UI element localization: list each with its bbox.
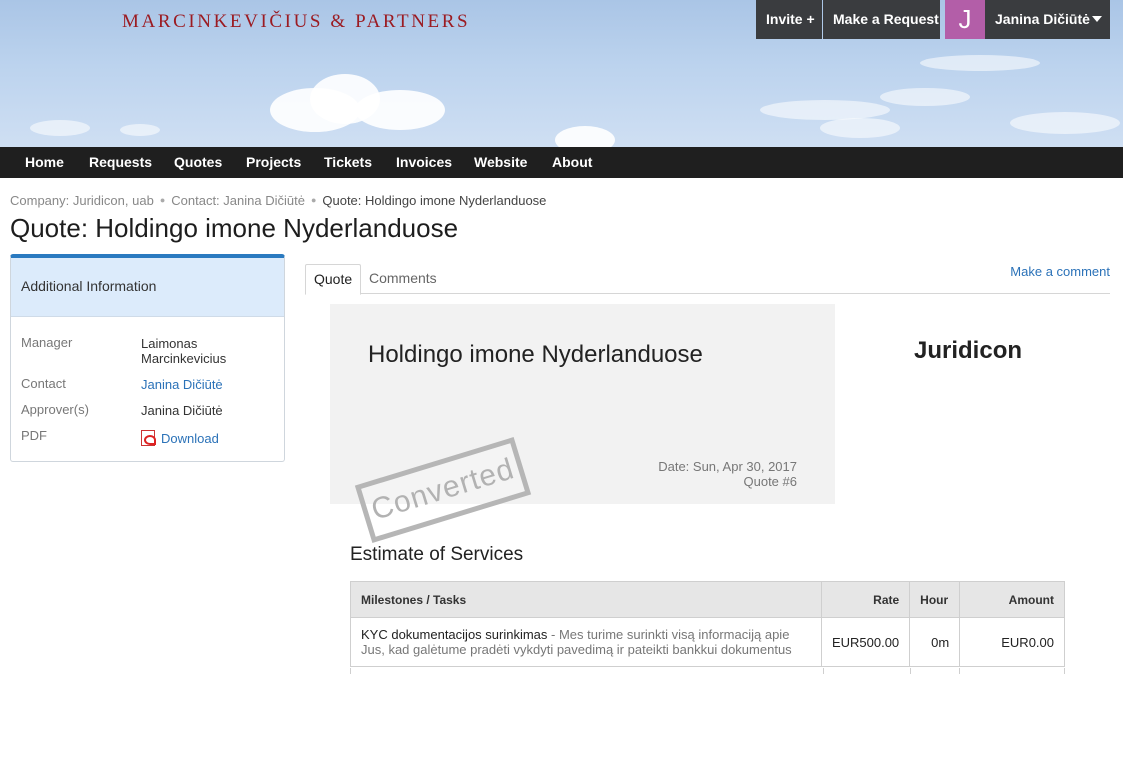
nav-invoices[interactable]: Invoices [396, 147, 452, 178]
cloud [120, 124, 160, 136]
invite-button[interactable]: Invite + [756, 0, 822, 39]
table-border-stub [910, 668, 911, 674]
table-border-stub [823, 668, 824, 674]
panel-title: Additional Information [11, 258, 284, 317]
tab-quote[interactable]: Quote [305, 264, 362, 295]
approver-label: Approver(s) [21, 402, 89, 417]
main-nav: Home Requests Quotes Projects Tickets In… [0, 147, 1123, 178]
cloud [920, 55, 1040, 71]
pdf-label: PDF [21, 428, 47, 443]
quote-tabs: Quote Comments [305, 262, 1110, 295]
nav-projects[interactable]: Projects [246, 147, 301, 178]
estimate-table: Milestones / Tasks Rate Hour Amount KYC … [350, 581, 1065, 667]
column-header-rate: Rate [820, 581, 911, 618]
make-comment-link[interactable]: Make a comment [1010, 264, 1110, 279]
nav-tickets[interactable]: Tickets [324, 147, 372, 178]
cloud [820, 118, 900, 138]
pdf-icon [141, 430, 156, 446]
quote-name: Holdingo imone Nyderlanduose [368, 341, 703, 368]
approver-value: Janina Dičiūtė [141, 403, 223, 418]
breadcrumb: Company: Juridicon, uab ● Contact: Janina … [10, 193, 546, 208]
quote-meta: Date: Sun, Apr 30, 2017 Quote #6 [658, 459, 797, 489]
column-header-amount: Amount [959, 581, 1065, 618]
contact-link[interactable]: Janina Dičiūtė [141, 377, 223, 392]
breadcrumb-contact[interactable]: Contact: Janina Dičiūtė [171, 193, 305, 208]
cloud [355, 90, 445, 130]
company-name: Juridicon [914, 337, 1023, 364]
task-cell: KYC dokumentacijos surinkimas - Mes turi… [350, 617, 822, 667]
column-header-task: Milestones / Tasks [350, 581, 822, 618]
table-border-stub [959, 668, 960, 674]
nav-quotes[interactable]: Quotes [174, 147, 222, 178]
pdf-download-link[interactable]: Download [141, 430, 219, 446]
table-row: KYC dokumentacijos surinkimas - Mes turi… [350, 617, 1065, 667]
cloud [1010, 112, 1120, 134]
page-title: Quote: Holdingo imone Nyderlanduose [10, 213, 459, 243]
cloud [30, 120, 90, 136]
user-menu[interactable]: J Janina Dičiūtė [945, 0, 1110, 39]
breadcrumb-separator: ● [310, 195, 317, 205]
quote-date: Date: Sun, Apr 30, 2017 [658, 459, 797, 474]
additional-info-panel: Additional Information Manager Laimonas … [10, 254, 285, 462]
estimate-title: Estimate of Services [350, 544, 524, 565]
hour-cell: 0m [909, 617, 961, 667]
table-header-row: Milestones / Tasks Rate Hour Amount [350, 581, 1065, 618]
user-name: Janina Dičiūtė [995, 11, 1090, 27]
quote-number: Quote #6 [743, 474, 798, 489]
header-banner: MARCINKEVIČIUS & PARTNERS Invite + Make … [0, 0, 1123, 147]
avatar: J [945, 0, 985, 39]
tab-comments[interactable]: Comments [361, 264, 445, 295]
breadcrumb-separator: ● [159, 195, 166, 205]
brand-logo[interactable]: MARCINKEVIČIUS & PARTNERS [122, 11, 470, 33]
column-header-hour: Hour [909, 581, 961, 618]
table-border-stub [350, 668, 351, 674]
breadcrumb-company[interactable]: Company: Juridicon, uab [10, 193, 154, 208]
manager-label: Manager [21, 335, 73, 350]
cloud [555, 126, 615, 147]
rate-cell: EUR500.00 [820, 617, 911, 667]
contact-label: Contact [21, 376, 66, 391]
nav-requests[interactable]: Requests [89, 147, 152, 178]
nav-website[interactable]: Website [474, 147, 527, 178]
chevron-down-icon [1092, 16, 1102, 22]
nav-home[interactable]: Home [25, 147, 64, 178]
task-name: KYC dokumentacijos surinkimas [361, 627, 548, 642]
nav-about[interactable]: About [552, 147, 592, 178]
cloud [760, 100, 890, 120]
content-clip [350, 674, 1065, 761]
breadcrumb-current: Quote: Holdingo imone Nyderlanduose [322, 193, 547, 208]
pdf-download-label: Download [161, 431, 219, 446]
manager-value: Laimonas Marcinkevicius [141, 336, 227, 366]
table-border-stub [1064, 668, 1065, 674]
make-request-button[interactable]: Make a Request [823, 0, 940, 39]
cloud [880, 88, 970, 106]
amount-cell: EUR0.00 [959, 617, 1065, 667]
